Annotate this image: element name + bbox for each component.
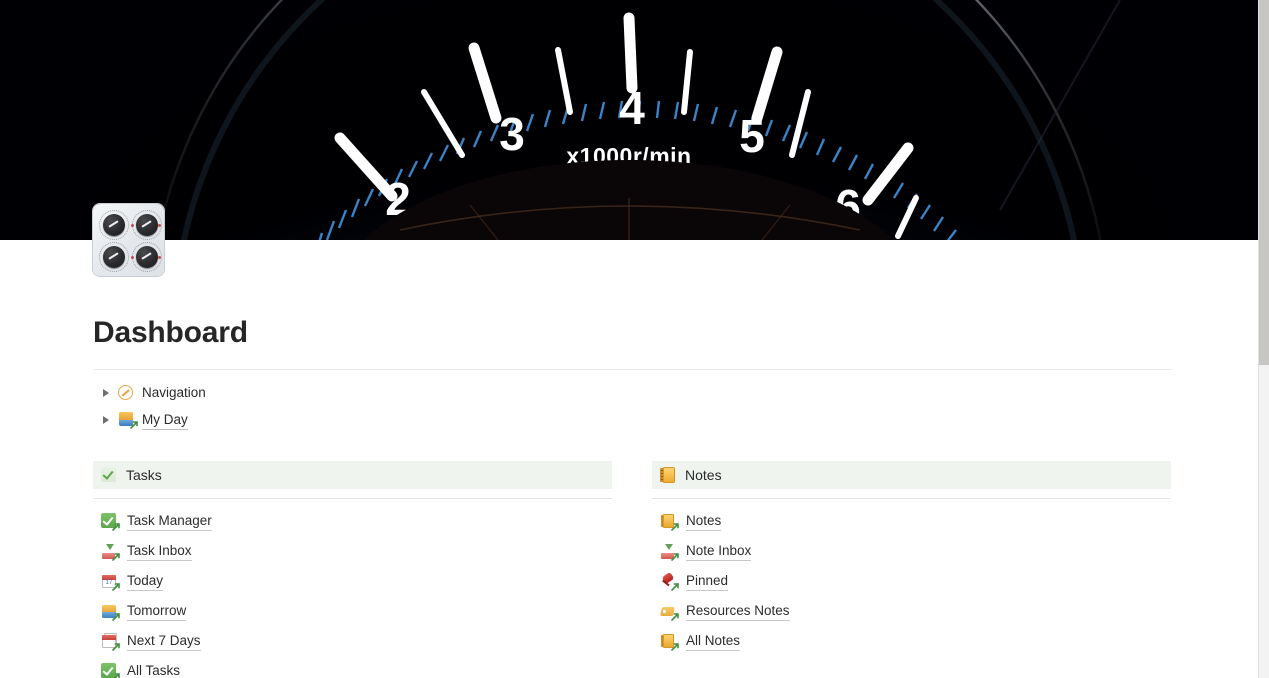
shortcut-arrow-icon xyxy=(111,522,121,532)
tree-item-label[interactable]: My Day xyxy=(142,411,188,430)
list-item-today[interactable]: 17 Today xyxy=(93,570,612,593)
inbox-icon xyxy=(101,543,121,562)
shortcut-arrow-icon xyxy=(111,672,121,678)
page-title: Dashboard xyxy=(93,316,248,349)
shortcut-arrow-icon xyxy=(670,612,680,622)
check-square-icon xyxy=(101,466,118,484)
my-day-icon xyxy=(118,411,139,430)
shortcut-arrow-icon xyxy=(111,552,121,562)
check-square-icon xyxy=(101,513,121,532)
shortcut-arrow-icon xyxy=(670,552,680,562)
notebook-icon xyxy=(660,466,677,484)
tasks-column: Tasks Task Manager Task Inbox 17 Today T… xyxy=(93,461,612,678)
check-square-icon xyxy=(101,663,121,678)
shortcut-arrow-icon xyxy=(670,642,680,652)
chevron-right-icon[interactable] xyxy=(98,389,114,397)
tasks-item-list: Task Manager Task Inbox 17 Today Tomorro… xyxy=(93,510,612,678)
svg-text:4: 4 xyxy=(619,82,645,134)
knob-dot-4 xyxy=(158,256,161,259)
gauge-svg: 2 3 4 5 6 x1000r/min xyxy=(0,0,1258,240)
list-item-task-manager[interactable]: Task Manager xyxy=(93,510,612,533)
shortcut-arrow-icon xyxy=(111,582,121,592)
tree-item-my-day[interactable]: My Day xyxy=(93,409,1172,431)
list-item-all-tasks[interactable]: All Tasks xyxy=(93,660,612,678)
notes-column: Notes Notes Note Inbox Pinned Resources … xyxy=(652,461,1171,678)
calendar-tomorrow-icon xyxy=(101,603,121,622)
sections-columns: Tasks Task Manager Task Inbox 17 Today T… xyxy=(93,461,1172,678)
calendar-today-icon: 17 xyxy=(101,573,121,592)
gauge-image: 2 3 4 5 6 x1000r/min xyxy=(0,0,1258,240)
title-divider xyxy=(93,369,1172,370)
shortcut-arrow-icon xyxy=(111,642,121,652)
shortcut-arrow-icon xyxy=(670,582,680,592)
list-item-label[interactable]: Task Inbox xyxy=(127,542,192,561)
section-divider xyxy=(93,498,612,499)
notebook-icon xyxy=(660,633,680,652)
knob-3 xyxy=(103,246,125,268)
list-item-label[interactable]: Next 7 Days xyxy=(127,632,201,651)
list-item-notes[interactable]: Notes xyxy=(652,510,1171,533)
list-item-next-7-days[interactable]: Next 7 Days xyxy=(93,630,612,653)
list-item-tomorrow[interactable]: Tomorrow xyxy=(93,600,612,623)
knob-1 xyxy=(103,214,125,236)
list-item-label[interactable]: Pinned xyxy=(686,572,729,591)
list-item-label[interactable]: Resources Notes xyxy=(686,602,790,621)
list-item-label[interactable]: Note Inbox xyxy=(686,542,752,561)
tag-icon xyxy=(660,603,680,622)
chevron-right-icon[interactable] xyxy=(98,416,114,424)
pin-icon xyxy=(660,571,680,592)
page-content: Dashboard Navigation My Day Tasks Task M… xyxy=(0,240,1258,678)
notebook-icon xyxy=(660,513,680,532)
tree-item-label: Navigation xyxy=(142,385,206,400)
list-item-label[interactable]: Notes xyxy=(686,512,722,531)
shortcut-arrow-icon xyxy=(670,522,680,532)
notes-item-list: Notes Note Inbox Pinned Resources Notes … xyxy=(652,510,1171,653)
knob-dot-2 xyxy=(158,224,161,227)
shortcut-arrow-icon xyxy=(111,612,121,622)
list-item-label[interactable]: Tomorrow xyxy=(127,602,187,621)
scrollbar-thumb[interactable] xyxy=(1259,0,1269,365)
shortcut-arrow-icon xyxy=(129,420,139,430)
section-title: Tasks xyxy=(126,467,162,483)
section-header-notes: Notes xyxy=(652,461,1171,489)
list-item-all-notes[interactable]: All Notes xyxy=(652,630,1171,653)
list-item-label[interactable]: All Notes xyxy=(686,632,741,651)
section-title: Notes xyxy=(685,467,722,483)
list-item-note-inbox[interactable]: Note Inbox xyxy=(652,540,1171,563)
knob-4 xyxy=(136,246,158,268)
knob-2 xyxy=(136,214,158,236)
vertical-scrollbar[interactable] xyxy=(1258,0,1269,678)
list-item-label[interactable]: All Tasks xyxy=(127,662,180,678)
dashboard-page: 2 3 4 5 6 x1000r/min Dashboard Navigatio… xyxy=(0,0,1269,678)
tree-list: Navigation My Day xyxy=(93,382,1172,431)
four-knob-device-icon xyxy=(93,204,164,276)
inbox-icon xyxy=(660,543,680,562)
tree-item-navigation[interactable]: Navigation xyxy=(93,382,1172,404)
svg-text:5: 5 xyxy=(739,110,765,162)
svg-text:3: 3 xyxy=(499,108,525,160)
list-item-label[interactable]: Today xyxy=(127,572,164,591)
compass-icon xyxy=(118,384,136,402)
section-divider xyxy=(652,498,1171,499)
tachometer-banner: 2 3 4 5 6 x1000r/min xyxy=(0,0,1258,240)
calendar-week-icon xyxy=(101,633,121,652)
list-item-resources-notes[interactable]: Resources Notes xyxy=(652,600,1171,623)
list-item-label[interactable]: Task Manager xyxy=(127,512,212,531)
list-item-pinned[interactable]: Pinned xyxy=(652,570,1171,593)
section-header-tasks: Tasks xyxy=(93,461,612,489)
list-item-task-inbox[interactable]: Task Inbox xyxy=(93,540,612,563)
